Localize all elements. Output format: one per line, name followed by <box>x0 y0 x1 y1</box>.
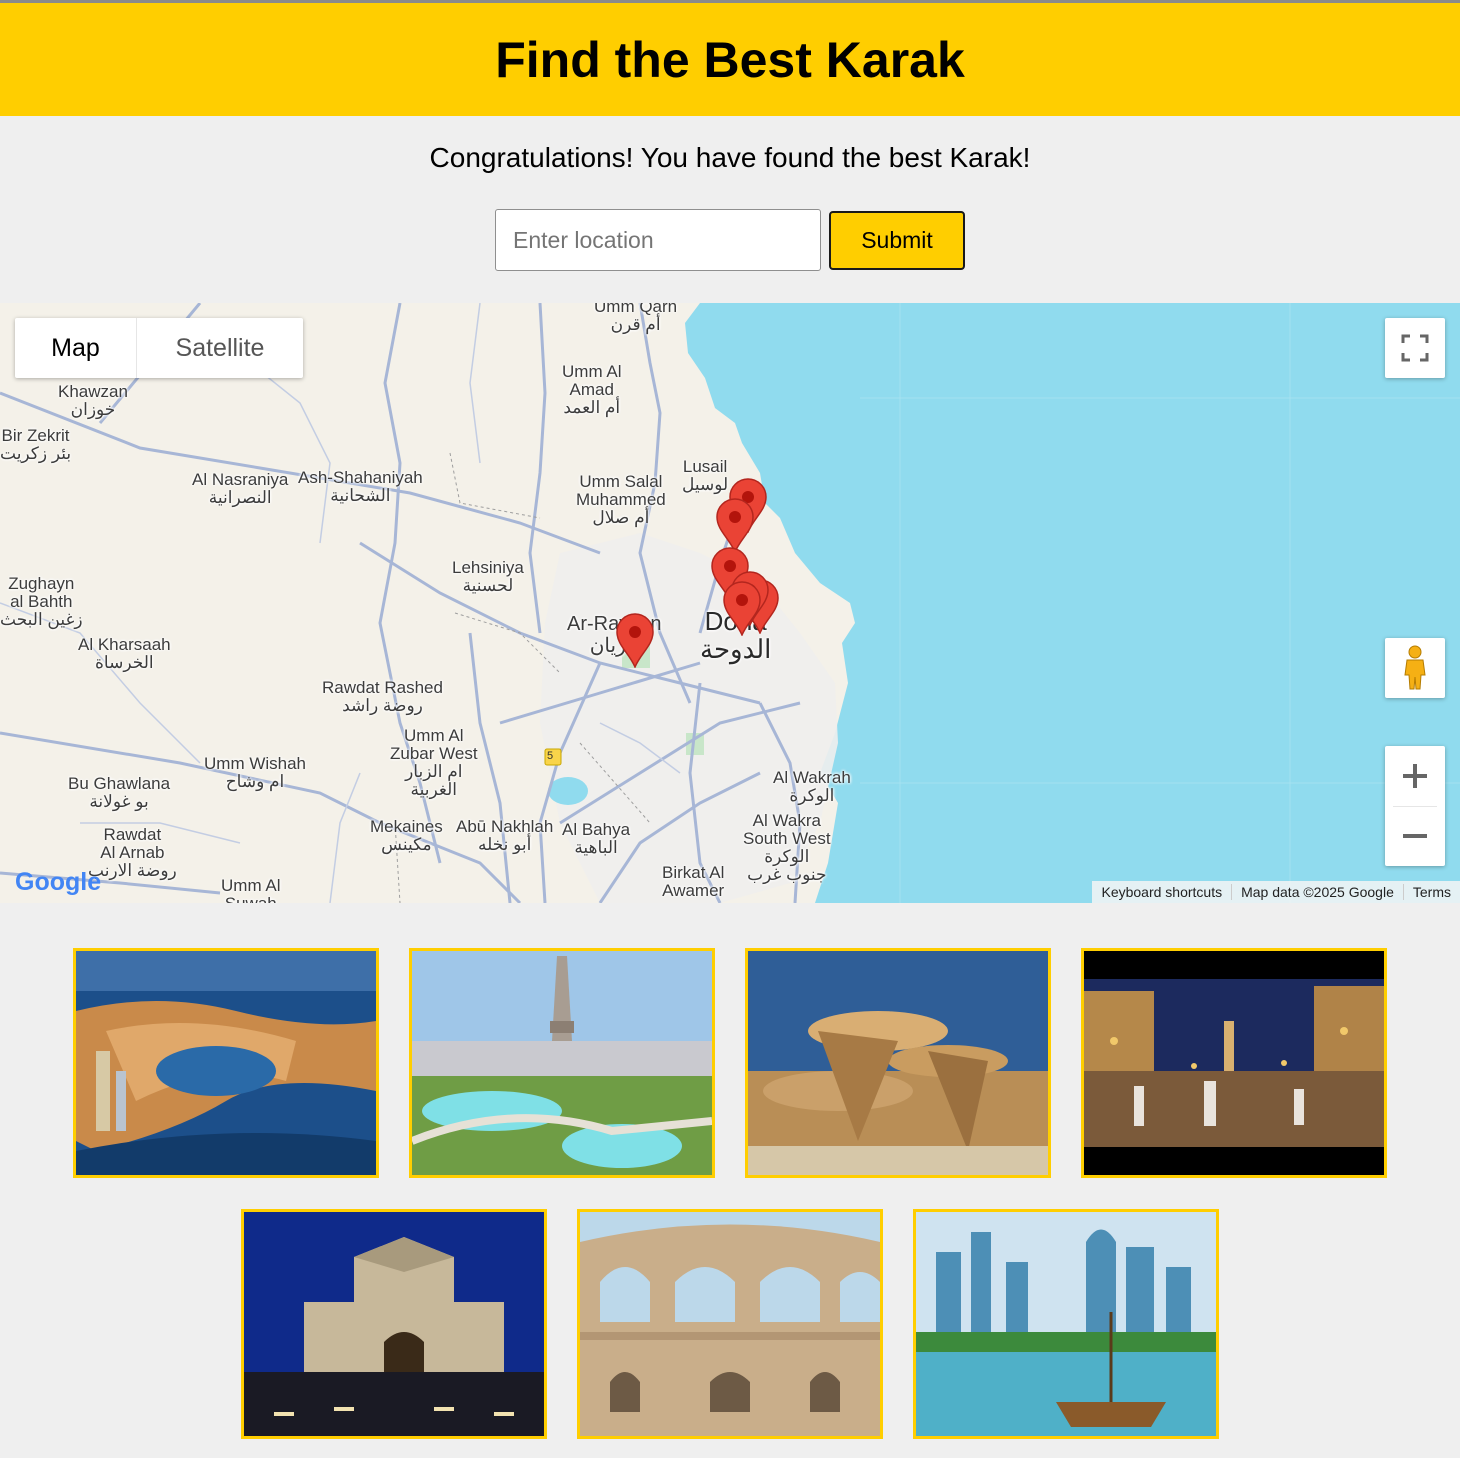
map-label-umm-al-zubar-west: Umm Al Zubar West ام الزبار الغربية <box>390 726 478 799</box>
map-label-bu-ghawlana: Bu Ghawlana بو غولانة <box>68 774 171 811</box>
map-label-lusail: Lusail لوسيل <box>682 457 729 494</box>
gallery-image-souq-waqif[interactable] <box>1081 948 1387 1178</box>
katara-amphitheatre-photo <box>580 1212 880 1436</box>
karak-marker[interactable] <box>722 581 762 636</box>
map-label-umm-al-suwah: Umm AlSuwah <box>221 876 281 904</box>
minus-icon <box>1403 834 1427 838</box>
gallery-image-aspire-park[interactable] <box>409 948 715 1178</box>
gallery-image-the-pearl[interactable] <box>73 948 379 1178</box>
route-5-shield: 5 <box>547 750 554 762</box>
map-label-zughayn: Zughayn al Bahth زغين البحث <box>0 574 83 629</box>
fullscreen-icon <box>1401 334 1429 362</box>
zoom-divider <box>1393 806 1437 807</box>
museum-of-islamic-art-photo <box>244 1212 544 1436</box>
map-attribution: Keyboard shortcuts Map data ©2025 Google… <box>1092 881 1460 903</box>
map-label-al-bahya: Al Bahya الباهية <box>562 820 631 857</box>
aspire-park-photo <box>412 951 712 1175</box>
map-label-al-nasraniya: Al Nasraniya النصرانية <box>192 470 289 507</box>
pegman-icon <box>1404 645 1426 690</box>
keyboard-shortcuts-link[interactable]: Keyboard shortcuts <box>1092 884 1231 900</box>
the-pearl-photo <box>76 951 376 1175</box>
map-type-satellite-button[interactable]: Satellite <box>137 318 303 378</box>
map-type-map-button[interactable]: Map <box>15 318 137 378</box>
google-map[interactable]: Umm Qarn أم قرن Umm Al Amad أم العمد Khawza… <box>0 303 1460 903</box>
street-view-pegman-button[interactable] <box>1385 638 1445 698</box>
map-label-bir-zekrit: Bir Zekrit بئر زكريت <box>0 426 72 463</box>
terms-link[interactable]: Terms <box>1402 884 1460 900</box>
fullscreen-button[interactable] <box>1385 318 1445 378</box>
map-label-rawdat-rashed: Rawdat Rashed روضة راشد <box>322 678 443 715</box>
map-label-birkat-al-awamer: Birkat Al Awamer <box>662 863 725 900</box>
zoom-control <box>1385 746 1445 866</box>
souq-waqif-photo <box>1084 951 1384 1175</box>
map-label-al-wakra-south-west: Al Wakra South West الوكرة جنوب غرب <box>743 811 831 884</box>
map-label-ash-shahaniyah: Ash-Shahaniyah الشحانية <box>298 468 423 505</box>
map-label-umm-wishah: Umm Wishah ام وشاح <box>204 754 307 791</box>
map-data-text: Map data ©2025 Google <box>1231 884 1403 900</box>
location-input[interactable] <box>495 209 821 271</box>
map-label-mekaines: Mekaines مكينس <box>370 817 443 854</box>
national-museum-photo <box>748 951 1048 1175</box>
map-label-abu-nakhlah: Abū Nakhlah أبو نخله <box>456 817 554 854</box>
map-label-umm-salal: Umm Salal Muhammed أم صلال <box>576 472 666 527</box>
karak-marker[interactable] <box>615 613 655 668</box>
page-header: Find the Best Karak <box>0 3 1460 116</box>
congratulations-message: Congratulations! You have found the best… <box>429 142 1031 173</box>
page-title: Find the Best Karak <box>495 31 965 88</box>
doha-skyline-dhow-photo <box>916 1212 1216 1436</box>
map-label-rawdat-al-arnab: Rawdat Al Arnab روضة الارنب <box>88 825 177 880</box>
submit-button[interactable]: Submit <box>829 211 965 270</box>
map-label-umm-al-amad: Umm Al Amad أم العمد <box>562 362 622 417</box>
gallery-image-doha-skyline-dhow[interactable] <box>913 1209 1219 1439</box>
karak-marker[interactable] <box>715 498 755 553</box>
plus-icon <box>1403 764 1427 788</box>
map-label-al-wakrah: Al Wakrah الوكرة <box>773 768 851 805</box>
map-type-control: Map Satellite <box>15 318 303 378</box>
zoom-in-button[interactable] <box>1385 746 1445 806</box>
gallery-image-katara-amphitheatre[interactable] <box>577 1209 883 1439</box>
google-logo: Google <box>15 868 102 896</box>
gallery-image-national-museum[interactable] <box>745 948 1051 1178</box>
zoom-out-button[interactable] <box>1385 806 1445 866</box>
map-label-umm-qarn: Umm Qarn أم قرن <box>594 303 678 334</box>
map-label-lehsiniya: Lehsiniya لحسنية <box>452 558 524 595</box>
map-label-al-kharsaah: Al Kharsaah الخرساة <box>78 635 171 672</box>
gallery-image-museum-of-islamic-art[interactable] <box>241 1209 547 1439</box>
map-label-khawzan: Khawzan خوزان <box>58 382 128 419</box>
